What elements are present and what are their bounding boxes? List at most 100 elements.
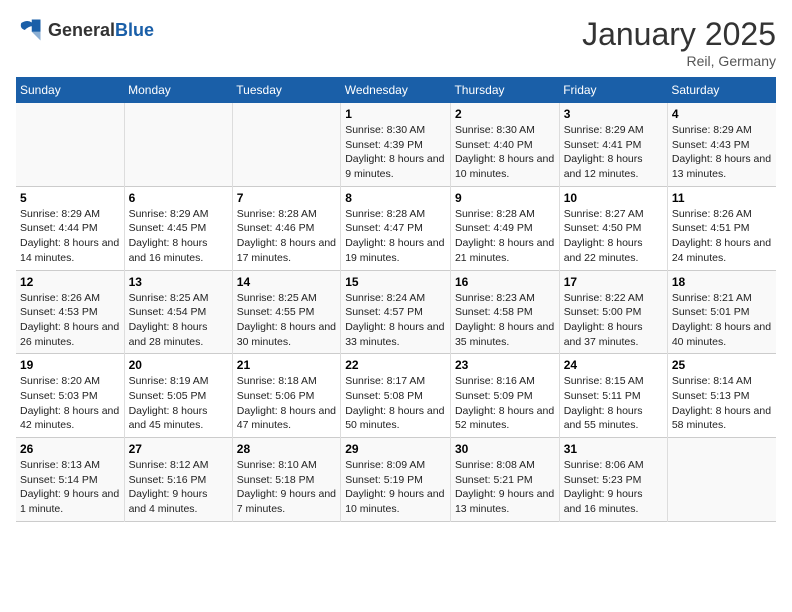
cell-info: Sunrise: 8:28 AM Sunset: 4:47 PM Dayligh… [345,207,446,266]
calendar-cell: 27Sunrise: 8:12 AM Sunset: 5:16 PM Dayli… [124,438,232,522]
calendar-cell: 16Sunrise: 8:23 AM Sunset: 4:58 PM Dayli… [450,270,559,354]
weekday-header: Saturday [667,77,776,103]
calendar-cell: 6Sunrise: 8:29 AM Sunset: 4:45 PM Daylig… [124,186,232,270]
day-number: 25 [672,358,772,372]
calendar-week-row: 1Sunrise: 8:30 AM Sunset: 4:39 PM Daylig… [16,103,776,186]
cell-info: Sunrise: 8:20 AM Sunset: 5:03 PM Dayligh… [20,374,120,433]
calendar-cell: 9 Sunrise: 8:28 AM Sunset: 4:49 PM Daylig… [450,186,559,270]
cell-info: Sunrise: 8:16 AM Sunset: 5:09 PM Dayligh… [455,374,555,433]
cell-info: Sunrise: 8:18 AM Sunset: 5:06 PM Dayligh… [237,374,336,433]
cell-info: Sunrise: 8:06 AM Sunset: 5:23 PM Dayligh… [564,458,663,517]
cell-info: Sunrise: 8:21 AM Sunset: 5:01 PM Dayligh… [672,291,772,350]
cell-info: Sunrise: 8:28 AM Sunset: 4:49 PM Dayligh… [455,207,555,266]
day-number: 19 [20,358,120,372]
day-number: 4 [672,107,772,121]
logo-icon [16,16,44,44]
main-title: January 2025 [582,16,776,53]
calendar-cell: 5 Sunrise: 8:29 AM Sunset: 4:44 PM Daylig… [16,186,124,270]
cell-info: Sunrise: 8:30 AM Sunset: 4:40 PM Dayligh… [455,123,555,182]
day-number: 1 [345,107,446,121]
weekday-header: Wednesday [341,77,451,103]
calendar-cell: 13 Sunrise: 8:25 AM Sunset: 4:54 PM Dayli… [124,270,232,354]
day-number: 29 [345,442,446,456]
calendar-cell: 12 Sunrise: 8:26 AM Sunset: 4:53 PM Dayli… [16,270,124,354]
day-number: 6 [129,191,228,205]
title-area: January 2025 Reil, Germany [582,16,776,69]
calendar-cell: 26 Sunrise: 8:13 AM Sunset: 5:14 PM Dayli… [16,438,124,522]
calendar-cell: 11 Sunrise: 8:26 AM Sunset: 4:51 PM Dayli… [667,186,776,270]
day-number: 10 [564,191,663,205]
day-number: 28 [237,442,336,456]
day-number: 5 [20,191,120,205]
calendar-cell: 31 Sunrise: 8:06 AM Sunset: 5:23 PM Dayli… [559,438,667,522]
calendar-week-row: 12 Sunrise: 8:26 AM Sunset: 4:53 PM Dayli… [16,270,776,354]
calendar-cell: 22 Sunrise: 8:17 AM Sunset: 5:08 PM Dayli… [341,354,451,438]
calendar-cell [16,103,124,186]
cell-info: Sunrise: 8:25 AM Sunset: 4:55 PM Dayligh… [237,291,336,350]
calendar-week-row: 19 Sunrise: 8:20 AM Sunset: 5:03 PM Dayli… [16,354,776,438]
cell-info: Sunrise: 8:24 AM Sunset: 4:57 PM Dayligh… [345,291,446,350]
weekday-header: Sunday [16,77,124,103]
calendar-cell: 23Sunrise: 8:16 AM Sunset: 5:09 PM Dayli… [450,354,559,438]
calendar-cell [124,103,232,186]
calendar-cell: 15Sunrise: 8:24 AM Sunset: 4:57 PM Dayli… [341,270,451,354]
calendar-cell: 7 Sunrise: 8:28 AM Sunset: 4:46 PM Daylig… [232,186,340,270]
logo-general: General [48,20,115,40]
calendar-cell: 30Sunrise: 8:08 AM Sunset: 5:21 PM Dayli… [450,438,559,522]
day-number: 11 [672,191,772,205]
calendar-week-row: 5 Sunrise: 8:29 AM Sunset: 4:44 PM Daylig… [16,186,776,270]
cell-info: Sunrise: 8:29 AM Sunset: 4:41 PM Dayligh… [564,123,663,182]
cell-info: Sunrise: 8:09 AM Sunset: 5:19 PM Dayligh… [345,458,446,517]
calendar-cell: 8Sunrise: 8:28 AM Sunset: 4:47 PM Daylig… [341,186,451,270]
cell-info: Sunrise: 8:22 AM Sunset: 5:00 PM Dayligh… [564,291,663,350]
cell-info: Sunrise: 8:14 AM Sunset: 5:13 PM Dayligh… [672,374,772,433]
calendar-cell: 29 Sunrise: 8:09 AM Sunset: 5:19 PM Dayli… [341,438,451,522]
day-number: 13 [129,275,228,289]
calendar-cell: 28Sunrise: 8:10 AM Sunset: 5:18 PM Dayli… [232,438,340,522]
cell-info: Sunrise: 8:29 AM Sunset: 4:44 PM Dayligh… [20,207,120,266]
day-number: 9 [455,191,555,205]
logo-blue: Blue [115,20,154,40]
calendar-cell: 24Sunrise: 8:15 AM Sunset: 5:11 PM Dayli… [559,354,667,438]
calendar-cell [232,103,340,186]
page-header: GeneralBlue January 2025 Reil, Germany [16,16,776,69]
cell-info: Sunrise: 8:28 AM Sunset: 4:46 PM Dayligh… [237,207,336,266]
calendar-cell: 19 Sunrise: 8:20 AM Sunset: 5:03 PM Dayli… [16,354,124,438]
day-number: 20 [129,358,228,372]
weekday-header: Tuesday [232,77,340,103]
day-number: 16 [455,275,555,289]
cell-info: Sunrise: 8:13 AM Sunset: 5:14 PM Dayligh… [20,458,120,517]
calendar-cell: 25 Sunrise: 8:14 AM Sunset: 5:13 PM Dayli… [667,354,776,438]
weekday-header: Thursday [450,77,559,103]
calendar-cell: 2 Sunrise: 8:30 AM Sunset: 4:40 PM Daylig… [450,103,559,186]
day-number: 14 [237,275,336,289]
day-number: 21 [237,358,336,372]
cell-info: Sunrise: 8:17 AM Sunset: 5:08 PM Dayligh… [345,374,446,433]
weekday-header: Friday [559,77,667,103]
weekday-header: Monday [124,77,232,103]
cell-info: Sunrise: 8:12 AM Sunset: 5:16 PM Dayligh… [129,458,228,517]
day-number: 24 [564,358,663,372]
calendar-cell: 1Sunrise: 8:30 AM Sunset: 4:39 PM Daylig… [341,103,451,186]
cell-info: Sunrise: 8:29 AM Sunset: 4:43 PM Dayligh… [672,123,772,182]
day-number: 31 [564,442,663,456]
day-number: 22 [345,358,446,372]
cell-info: Sunrise: 8:27 AM Sunset: 4:50 PM Dayligh… [564,207,663,266]
calendar-cell: 21 Sunrise: 8:18 AM Sunset: 5:06 PM Dayli… [232,354,340,438]
cell-info: Sunrise: 8:26 AM Sunset: 4:51 PM Dayligh… [672,207,772,266]
day-number: 18 [672,275,772,289]
cell-info: Sunrise: 8:26 AM Sunset: 4:53 PM Dayligh… [20,291,120,350]
day-number: 2 [455,107,555,121]
calendar-table: SundayMondayTuesdayWednesdayThursdayFrid… [16,77,776,522]
calendar-week-row: 26 Sunrise: 8:13 AM Sunset: 5:14 PM Dayli… [16,438,776,522]
calendar-cell: 17 Sunrise: 8:22 AM Sunset: 5:00 PM Dayli… [559,270,667,354]
calendar-cell: 18 Sunrise: 8:21 AM Sunset: 5:01 PM Dayli… [667,270,776,354]
weekday-header-row: SundayMondayTuesdayWednesdayThursdayFrid… [16,77,776,103]
day-number: 30 [455,442,555,456]
day-number: 26 [20,442,120,456]
calendar-cell [667,438,776,522]
day-number: 12 [20,275,120,289]
day-number: 17 [564,275,663,289]
cell-info: Sunrise: 8:25 AM Sunset: 4:54 PM Dayligh… [129,291,228,350]
day-number: 7 [237,191,336,205]
